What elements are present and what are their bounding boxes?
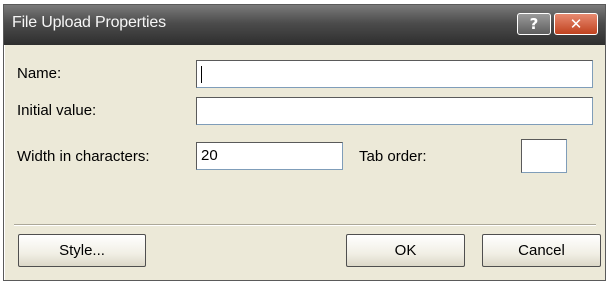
- style-button[interactable]: Style...: [18, 234, 146, 267]
- tab-order-field[interactable]: [521, 139, 567, 173]
- width-in-characters-value: 20: [201, 147, 218, 164]
- tab-order-label: Tab order:: [359, 148, 427, 165]
- help-icon: ?: [529, 15, 539, 33]
- close-button[interactable]: ✕: [554, 13, 598, 35]
- close-icon: ✕: [569, 15, 583, 33]
- file-upload-properties-dialog: File Upload Properties ? ✕ Name: Initial…: [3, 4, 606, 281]
- initial-value-label: Initial value:: [17, 102, 97, 119]
- ok-button[interactable]: OK: [346, 234, 465, 267]
- initial-value-field[interactable]: [196, 97, 593, 125]
- help-button[interactable]: ?: [517, 13, 551, 35]
- cancel-button[interactable]: Cancel: [482, 234, 601, 267]
- title-bar[interactable]: File Upload Properties ? ✕: [4, 5, 605, 45]
- width-in-characters-field[interactable]: 20: [196, 142, 343, 170]
- separator: [14, 224, 596, 226]
- dialog-title: File Upload Properties: [12, 14, 166, 31]
- width-in-characters-label: Width in characters:: [17, 148, 150, 165]
- name-field[interactable]: [196, 60, 593, 88]
- name-label: Name:: [17, 65, 62, 82]
- text-caret: [201, 66, 202, 83]
